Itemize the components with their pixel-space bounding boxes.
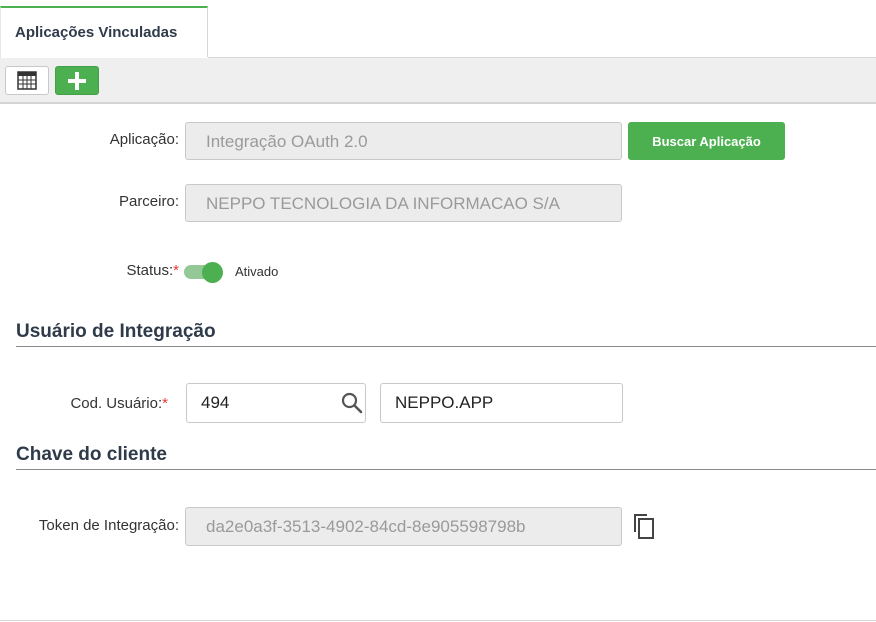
copy-icon: [634, 514, 654, 539]
required-mark: *: [162, 395, 168, 412]
status-toggle[interactable]: [184, 262, 224, 283]
toggle-knob: [202, 262, 223, 283]
cod-usuario-label-text: Cod. Usuário:: [70, 395, 163, 412]
required-mark: *: [173, 262, 179, 279]
aplicacao-field: Integração OAuth 2.0: [185, 122, 622, 160]
status-label-text: Status:: [126, 262, 174, 279]
buscar-aplicacao-button[interactable]: Buscar Aplicação: [628, 122, 785, 160]
cod-usuario-label: Cod. Usuário:*: [20, 395, 168, 412]
plus-icon: [68, 71, 86, 90]
table-grid-icon: [17, 71, 37, 90]
search-icon: [341, 392, 363, 414]
usuario-name-field[interactable]: NEPPO.APP: [380, 383, 623, 423]
token-field: da2e0a3f-3513-4902-84cd-8e905598798b: [185, 507, 622, 546]
tab-label: Aplicações Vinculadas: [15, 24, 178, 41]
parceiro-label: Parceiro:: [118, 193, 179, 210]
copy-token-button[interactable]: [630, 512, 658, 540]
parceiro-field: NEPPO TECNOLOGIA DA INFORMACAO S/A: [185, 184, 622, 222]
usuario-section-title: Usuário de Integração: [16, 321, 876, 347]
token-label: Token de Integração:: [38, 517, 179, 534]
status-label: Status:*: [60, 262, 179, 279]
cod-usuario-input[interactable]: 494: [186, 383, 366, 423]
aplicacao-label: Aplicação:: [109, 131, 179, 148]
add-button[interactable]: [55, 66, 99, 95]
status-value-label: Ativado: [235, 264, 279, 279]
bottom-divider: [0, 620, 876, 621]
chave-section-title: Chave do cliente: [16, 444, 876, 470]
table-view-button[interactable]: [5, 66, 49, 95]
search-button[interactable]: [340, 391, 364, 415]
toolbar: [0, 58, 876, 104]
tab-bar: Aplicações Vinculadas: [0, 0, 876, 60]
tab-aplicacoes-vinculadas[interactable]: Aplicações Vinculadas: [0, 6, 208, 60]
